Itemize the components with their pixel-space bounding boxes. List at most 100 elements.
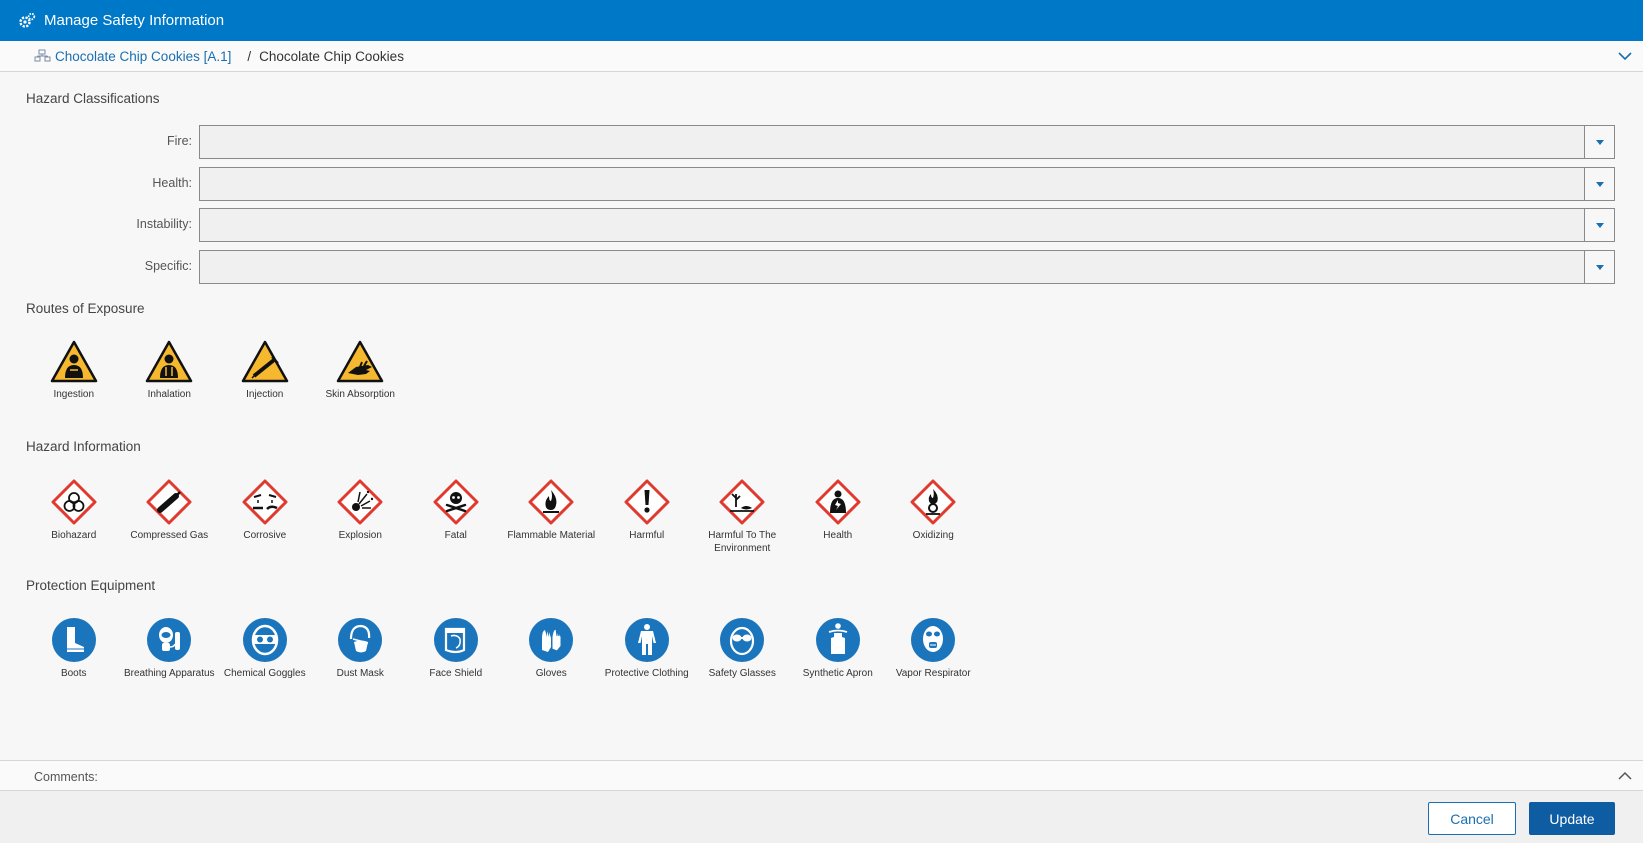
hazard-health[interactable]: Health [790,479,886,555]
biohazard-icon [51,479,97,525]
route-label: Inhalation [147,389,191,400]
ppe-protective-clothing[interactable]: Protective Clothing [599,617,695,680]
comments-label: Comments: [34,770,98,784]
instability-label: Instability: [136,217,192,231]
safety-glasses-icon [720,618,765,662]
ppe-boots[interactable]: Boots [26,617,122,680]
face-shield-icon [433,618,478,662]
hazard-compressed-gas[interactable]: Compressed Gas [122,479,218,555]
item-structure-icon [34,49,51,62]
section-hazard-information: Hazard Information [26,439,141,454]
route-inhalation[interactable]: Inhalation [122,340,218,401]
update-button[interactable]: Update [1529,802,1615,835]
route-skin-absorption[interactable]: Skin Absorption [313,340,409,401]
health-select[interactable] [199,167,1615,201]
gear-icon [19,12,36,28]
section-hazard-classifications: Hazard Classifications [26,91,160,106]
specific-select[interactable] [199,250,1615,284]
hazard-label: Harmful [629,530,665,541]
instability-dropdown-button[interactable] [1584,209,1614,241]
dust-mask-icon [338,618,383,662]
health-hazard-icon [815,479,861,525]
health-field: Health: [0,167,1643,201]
ppe-dust-mask[interactable]: Dust Mask [313,617,409,680]
breadcrumb: Chocolate Chip Cookies [A.1] / Chocolate… [0,41,1643,72]
hazard-label: Oxidizing [912,530,954,541]
ingestion-icon [50,340,97,383]
specific-label: Specific: [144,259,192,273]
ppe-label: Synthetic Apron [802,668,873,679]
ppe-chemical-goggles[interactable]: Chemical Goggles [217,617,313,680]
route-label: Injection [246,389,284,400]
hazard-label: Fatal [444,530,467,541]
hazard-information-list: Biohazard Compressed Gas Corrosive Explo… [26,479,981,555]
hazard-label: Health [823,530,853,541]
hazard-corrosive[interactable]: Corrosive [217,479,313,555]
ppe-label: Gloves [535,668,567,679]
fatal-icon [433,479,479,525]
breadcrumb-link[interactable]: Chocolate Chip Cookies [A.1] [55,49,231,64]
hazard-flammable[interactable]: Flammable Material [504,479,600,555]
caret-down-icon [1595,222,1604,228]
ppe-label: Safety Glasses [708,668,776,679]
fire-dropdown-button[interactable] [1584,126,1614,158]
ppe-gloves[interactable]: Gloves [504,617,600,680]
hazard-biohazard[interactable]: Biohazard [26,479,122,555]
ppe-breathing-apparatus[interactable]: Breathing Apparatus [122,617,218,680]
hazard-explosion[interactable]: Explosion [313,479,409,555]
hazard-oxidizing[interactable]: Oxidizing [886,479,982,555]
title-bar: Manage Safety Information [0,0,1643,41]
chevron-up-icon[interactable] [1617,768,1633,784]
ppe-label: Boots [60,668,87,679]
vapor-respirator-icon [911,618,956,662]
hazard-label: Corrosive [243,530,287,541]
ppe-label: Protective Clothing [604,668,689,679]
breadcrumb-separator: / [247,48,252,64]
cancel-button[interactable]: Cancel [1428,802,1516,835]
instability-select[interactable] [199,208,1615,242]
ppe-safety-glasses[interactable]: Safety Glasses [695,617,791,680]
ppe-synthetic-apron[interactable]: Synthetic Apron [790,617,886,680]
health-label: Health: [152,176,192,190]
chevron-down-icon[interactable] [1617,48,1633,64]
fire-field: Fire: [0,125,1643,159]
route-ingestion[interactable]: Ingestion [26,340,122,401]
specific-field: Specific: [0,250,1643,284]
ppe-label: Breathing Apparatus [123,668,215,679]
skin-absorption-icon [337,340,384,383]
oxidizing-icon [910,479,956,525]
route-injection[interactable]: Injection [217,340,313,401]
hazard-label: Biohazard [51,530,97,541]
boots-icon [51,618,96,662]
chemical-goggles-icon [242,618,287,662]
hazard-environment[interactable]: Harmful To The Environment [695,479,791,555]
health-dropdown-button[interactable] [1584,168,1614,200]
fire-select[interactable] [199,125,1615,159]
comments-panel[interactable]: Comments: [0,760,1643,791]
hazard-harmful[interactable]: Harmful [599,479,695,555]
hazard-label: Compressed Gas [130,530,209,541]
injection-icon [241,340,288,383]
ppe-vapor-respirator[interactable]: Vapor Respirator [886,617,982,680]
ppe-face-shield[interactable]: Face Shield [408,617,504,680]
corrosive-icon [242,479,288,525]
synthetic-apron-icon [815,618,860,662]
hazard-label: Explosion [338,530,382,541]
protection-equipment-list: Boots Breathing Apparatus Chemical Goggl… [26,617,981,680]
ppe-label: Vapor Respirator [895,668,971,679]
breathing-apparatus-icon [147,618,192,662]
route-label: Ingestion [53,389,95,400]
hazard-label: Flammable Material [507,530,596,541]
specific-dropdown-button[interactable] [1584,251,1614,283]
breadcrumb-current: Chocolate Chip Cookies [259,48,404,64]
harmful-icon [624,479,670,525]
caret-down-icon [1595,181,1604,187]
route-label: Skin Absorption [325,389,396,400]
ppe-label: Face Shield [429,668,483,679]
environment-icon [719,479,765,525]
hazard-fatal[interactable]: Fatal [408,479,504,555]
fire-label: Fire: [167,134,192,148]
caret-down-icon [1595,264,1604,270]
explosion-icon [337,479,383,525]
gloves-icon [529,618,574,662]
